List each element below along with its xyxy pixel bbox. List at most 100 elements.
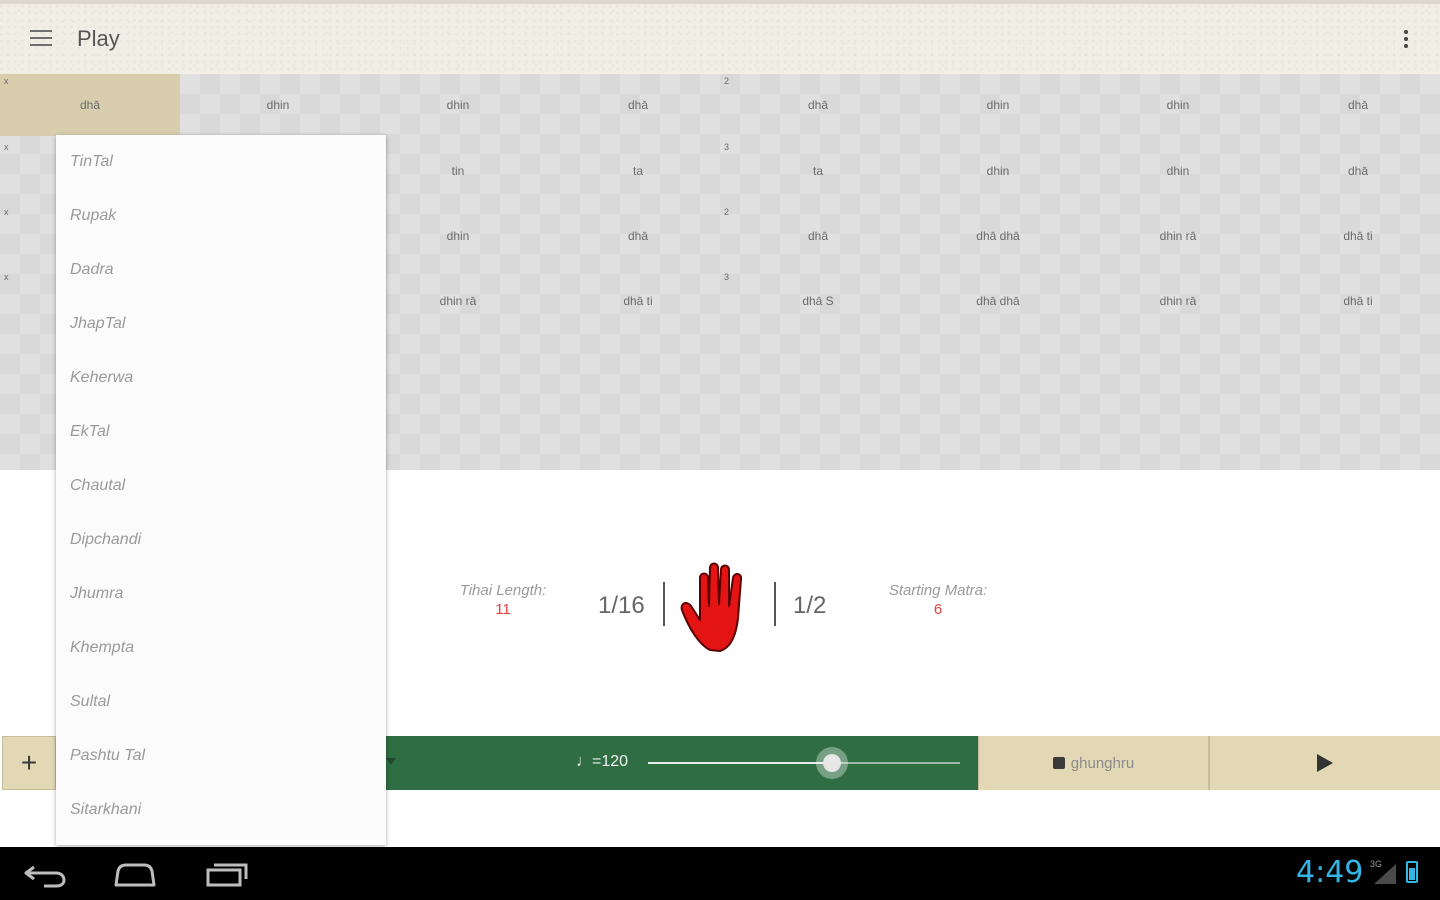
grid-cell[interactable]: dhā dhā [908,205,1088,267]
menu-item[interactable]: TinTal [56,135,386,189]
grid-cell-label: dhin rā [439,294,477,308]
grid-cell-label: dhā [1347,164,1369,178]
grid-cell-label: dhin [986,98,1010,112]
grid-cell[interactable]: dhin rā [1088,270,1268,332]
grid-cell[interactable]: tin [368,140,548,202]
grid-cell-label: dhā [1347,98,1369,112]
grid-cell[interactable]: 2 dhā [724,205,908,267]
tihai-length-value: 11 [495,601,511,618]
menu-item[interactable]: Chautal [56,459,386,513]
menu-item[interactable]: Rupak [56,189,386,243]
grid-cell-label: dhin [1166,164,1190,178]
grid-cell[interactable]: dhā [1268,74,1440,136]
clap-hand-icon[interactable] [680,560,756,652]
grid-cell[interactable]: dhin [368,205,548,267]
menu-item[interactable]: Sitarkhani [56,783,386,837]
grid-mark: 2 [724,76,730,86]
grid-cell-label: dhin rā [1159,294,1197,308]
grid-cell[interactable]: ta [548,140,728,202]
divider [663,582,665,626]
grid-cell[interactable]: dhin [908,74,1088,136]
tempo-slider[interactable] [648,762,960,764]
grid-cell[interactable]: dhin [188,74,368,136]
grid-mark: 3 [724,142,730,152]
grid-mark: x [4,272,9,282]
fraction-right: 1/2 [793,592,827,619]
grid-cell-label: tin [451,164,465,178]
back-icon[interactable] [22,859,72,889]
grid-cell[interactable]: x dhā [0,74,180,136]
home-icon[interactable] [110,859,160,889]
tihai-length-label: Tihai Length: [459,582,547,599]
grid-cell[interactable]: 3 dhā S [724,270,908,332]
add-button[interactable]: + [2,736,56,790]
grid-mark: x [4,142,9,152]
grid-mark: x [4,76,9,86]
grid-cell-label: dhā ti [1343,294,1373,308]
grid-cell[interactable]: dhā [1268,140,1440,202]
grid-cell-label: dhā ti [623,294,653,308]
play-button[interactable] [1208,736,1440,790]
play-icon [1317,754,1333,772]
grid-cell[interactable]: dhin [368,74,548,136]
grid-cell[interactable]: dhin [908,140,1088,202]
grid-cell[interactable]: dhin [1088,140,1268,202]
grid-cell-label: dhin [986,164,1010,178]
menu-item[interactable]: Pashtu Tal [56,729,386,783]
sound-label: ghunghru [1070,754,1135,772]
grid-cell-label: ta [632,164,643,178]
battery-icon [1406,861,1418,883]
grid-cell[interactable]: dhā ti [1268,205,1440,267]
grid-cell-label: dhin [1166,98,1190,112]
tempo-slider-thumb[interactable] [816,747,849,779]
menu-item[interactable]: Jhumra [56,567,386,621]
divider [774,582,776,626]
sound-select-button[interactable]: ghunghru [978,736,1208,790]
grid-cell-label: dhā dhā [976,294,1020,308]
menu-item[interactable]: EkTal [56,405,386,459]
grid-row: x dhā dhin dhin dhā 2 dhā dhin dhin dhā [0,74,1440,136]
grid-cell-label: dhin [266,98,290,112]
menu-item[interactable]: Khempta [56,621,386,675]
page-title: Play [77,26,120,51]
overflow-menu-icon[interactable] [1398,28,1414,54]
menu-item[interactable]: Dadra [56,243,386,297]
grid-cell[interactable]: 2 dhā [724,74,908,136]
grid-mark: x [4,207,9,217]
menu-icon[interactable] [30,30,52,48]
system-nav-bar: 4:49 3G [0,847,1440,900]
grid-cell[interactable]: dhā [548,205,728,267]
grid-cell[interactable]: dhā dhā [908,270,1088,332]
grid-cell-label: dhin [446,98,470,112]
grid-cell-label: dhin [446,229,470,243]
grid-cell[interactable]: dhā [548,74,728,136]
grid-cell-label: dhā [807,98,829,112]
grid-cell[interactable]: dhā ti [1268,270,1440,332]
starting-matra-value: 6 [933,601,943,618]
grid-mark: 3 [724,272,730,282]
starting-matra-label: Starting Matra: [888,582,988,599]
menu-item[interactable]: JhapTal [56,297,386,351]
menu-item[interactable]: Dipchandi [56,513,386,567]
recent-apps-icon[interactable] [202,859,252,889]
grid-cell-label: dhā [627,229,649,243]
menu-item[interactable]: Sultal [56,675,386,729]
grid-cell-label: dhā [807,229,829,243]
grid-cell[interactable]: 3 ta [724,140,908,202]
fraction-left: 1/16 [598,592,645,619]
grid-cell[interactable]: dhin rā [1088,205,1268,267]
clock: 4:49 [1296,855,1364,890]
grid-cell[interactable]: dhin rā [368,270,548,332]
tempo-label: ♩=120 [576,753,629,770]
stop-square-icon [1052,757,1065,769]
action-bar: Play [0,0,1440,74]
grid-cell-label: dhā ti [1343,229,1373,243]
grid-cell[interactable]: dhā ti [548,270,728,332]
grid-cell-label: dhā dhā [976,229,1020,243]
grid-cell-label: dhin rā [1159,229,1197,243]
grid-cell[interactable]: dhin [1088,74,1268,136]
taal-dropdown-caret-icon[interactable] [386,758,396,765]
grid-cell-label: dhā [627,98,649,112]
grid-cell-label: dhā [79,98,101,112]
menu-item[interactable]: Keherwa [56,351,386,405]
